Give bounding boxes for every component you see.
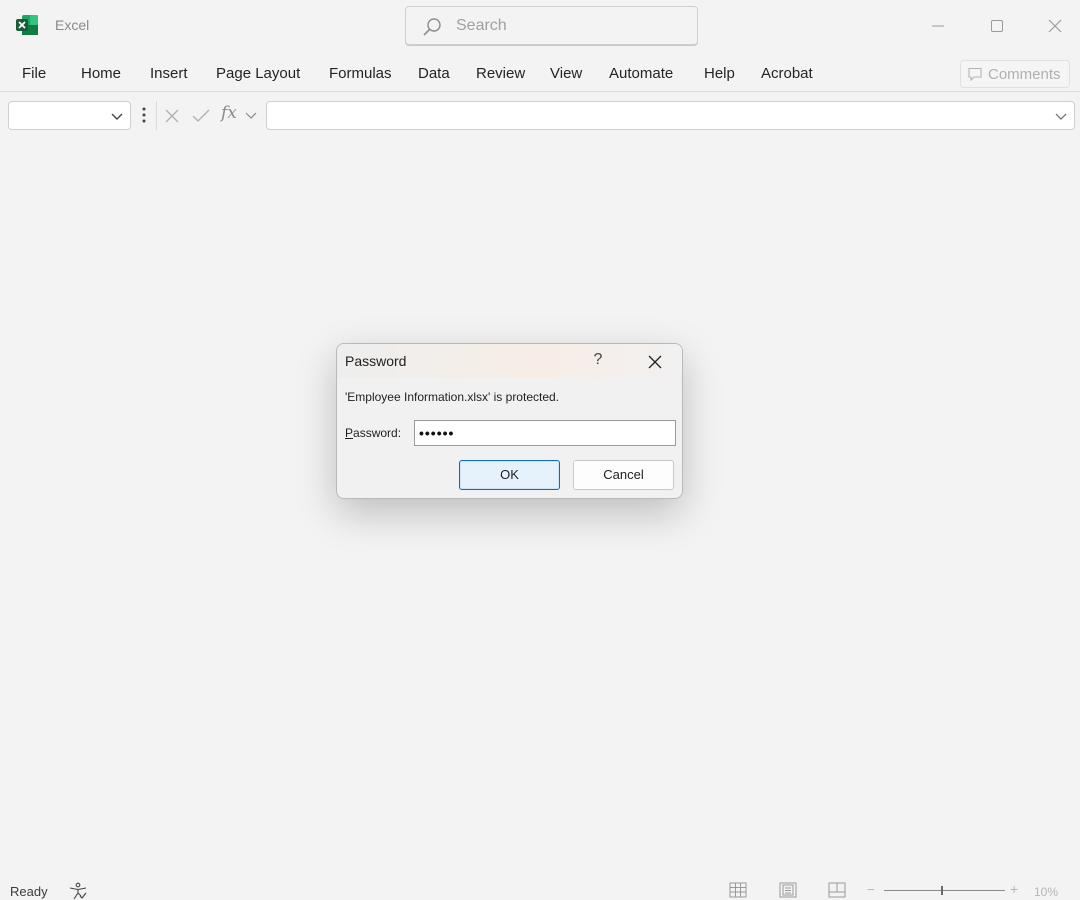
tab-file[interactable]: File xyxy=(22,65,46,82)
dialog-title: Password xyxy=(345,353,407,369)
chevron-down-icon[interactable] xyxy=(110,109,124,123)
tab-data[interactable]: Data xyxy=(418,65,450,82)
close-icon xyxy=(648,355,662,369)
ok-button[interactable]: OK xyxy=(459,460,560,490)
ribbon-tabs: File Home Insert Page Layout Formulas Da… xyxy=(0,56,1080,92)
search-icon xyxy=(423,18,441,36)
zoom-level[interactable]: 10% xyxy=(1034,885,1058,899)
comments-label: Comments xyxy=(988,65,1061,83)
chevron-down-icon[interactable] xyxy=(245,110,257,122)
tab-review[interactable]: Review xyxy=(476,65,525,82)
password-label: Password: xyxy=(345,426,401,440)
dialog-title-bar: Password ? xyxy=(337,344,682,378)
search-placeholder[interactable]: Search xyxy=(456,17,507,35)
help-button[interactable]: ? xyxy=(587,351,609,373)
cancel-entry-icon[interactable] xyxy=(164,108,180,124)
zoom-out-button[interactable]: − xyxy=(867,882,875,897)
minimize-button[interactable] xyxy=(924,12,952,40)
expand-formula-icon[interactable] xyxy=(1054,109,1068,123)
tab-view[interactable]: View xyxy=(550,65,582,82)
more-options-icon[interactable] xyxy=(140,106,148,124)
close-window-button[interactable] xyxy=(1041,12,1069,40)
comment-icon xyxy=(968,67,982,82)
minimize-icon xyxy=(932,25,944,27)
tab-insert[interactable]: Insert xyxy=(150,65,188,82)
name-box[interactable] xyxy=(8,101,131,130)
page-layout-view-icon[interactable] xyxy=(779,882,797,898)
password-input[interactable]: •••••• xyxy=(414,420,676,446)
accessibility-icon[interactable] xyxy=(68,882,88,900)
close-icon xyxy=(1048,19,1062,33)
title-bar: Excel Search xyxy=(0,0,1080,52)
password-label-rest: assword: xyxy=(353,426,402,440)
tab-help[interactable]: Help xyxy=(704,65,735,82)
formula-buttons: fx xyxy=(156,101,261,130)
tab-automate[interactable]: Automate xyxy=(609,65,673,82)
zoom-slider[interactable] xyxy=(884,890,1005,891)
password-dialog: Password ? 'Employee Information.xlsx' i… xyxy=(336,343,683,499)
page-break-view-icon[interactable] xyxy=(828,882,846,898)
maximize-icon xyxy=(991,20,1003,32)
zoom-slider-thumb[interactable] xyxy=(941,886,944,895)
insert-function-button[interactable]: fx xyxy=(221,103,237,123)
comments-button[interactable]: Comments xyxy=(960,60,1070,88)
tab-formulas[interactable]: Formulas xyxy=(329,65,392,82)
tab-acrobat[interactable]: Acrobat xyxy=(761,65,813,82)
tab-home[interactable]: Home xyxy=(81,65,121,82)
confirm-entry-icon[interactable] xyxy=(192,108,210,124)
formula-input[interactable] xyxy=(266,101,1075,130)
protected-message: 'Employee Information.xlsx' is protected… xyxy=(345,390,560,404)
search-box[interactable]: Search xyxy=(405,6,698,45)
excel-logo-icon xyxy=(16,15,38,35)
maximize-button[interactable] xyxy=(983,12,1011,40)
normal-view-icon[interactable] xyxy=(729,882,747,898)
app-name: Excel xyxy=(55,17,90,33)
cancel-button[interactable]: Cancel xyxy=(573,460,674,490)
status-text: Ready xyxy=(10,884,48,899)
password-label-accesskey: P xyxy=(345,426,354,440)
status-bar: Ready − + 10% xyxy=(0,876,1080,900)
tab-page-layout[interactable]: Page Layout xyxy=(216,65,300,82)
zoom-in-button[interactable]: + xyxy=(1010,881,1018,897)
dialog-close-button[interactable] xyxy=(643,351,667,373)
